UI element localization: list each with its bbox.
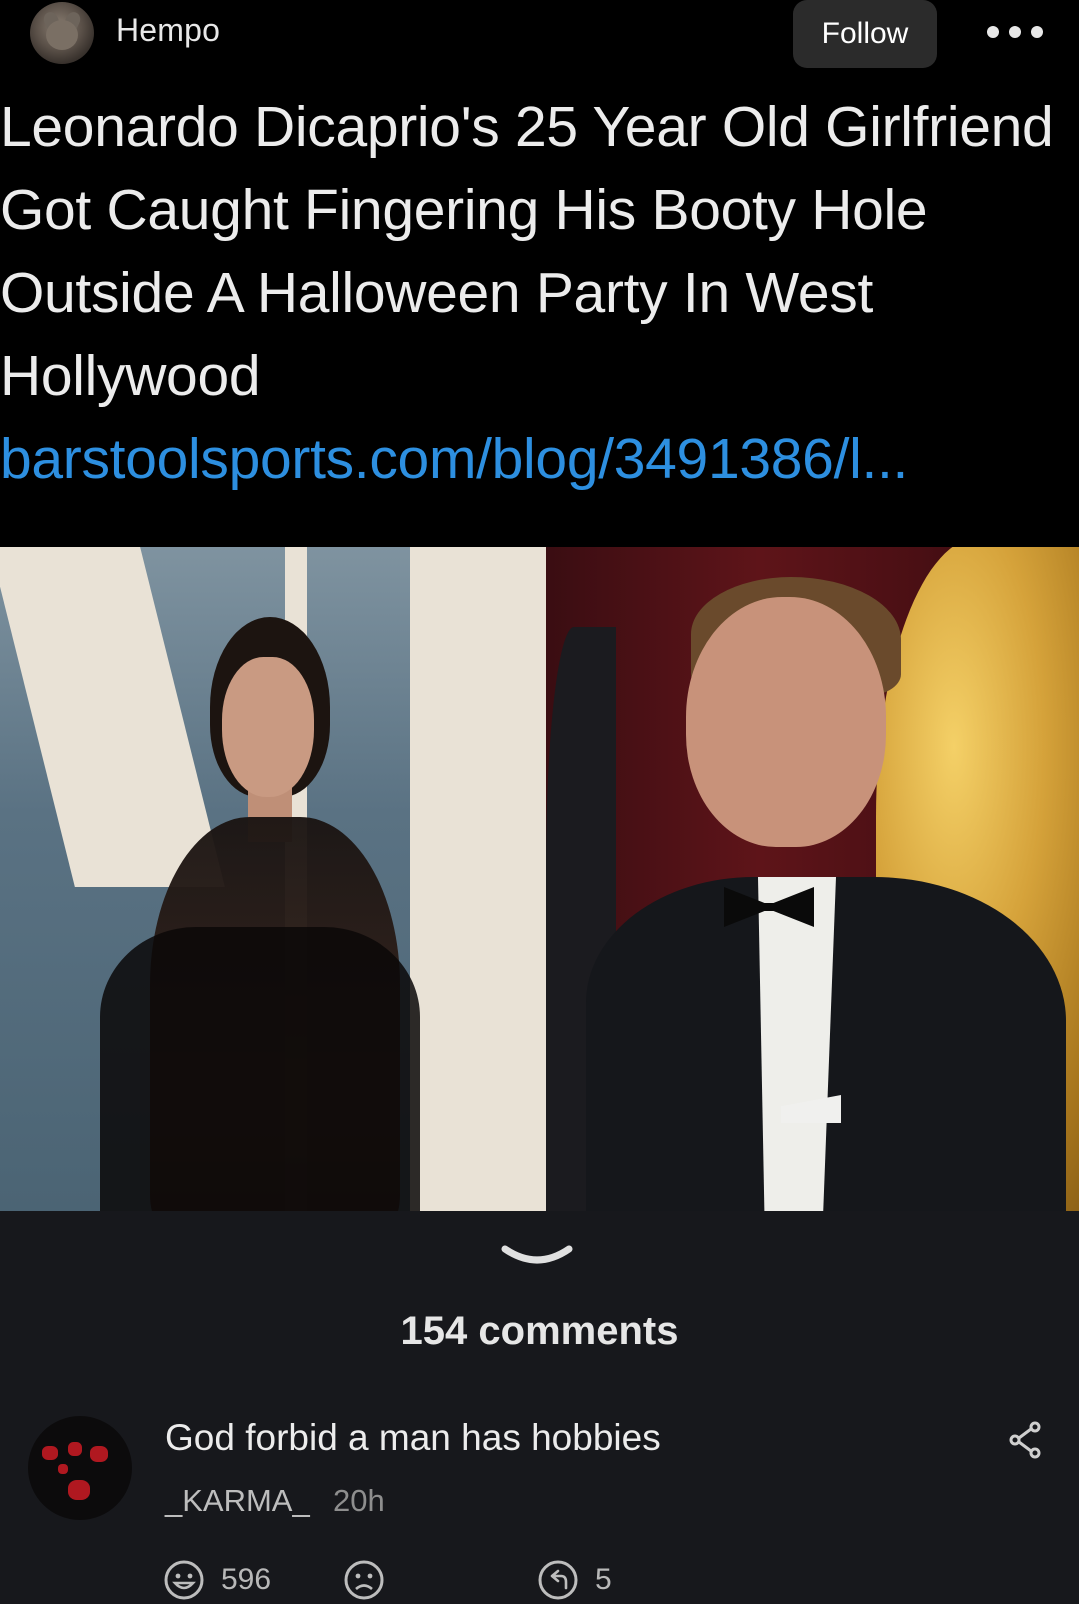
post-link[interactable]: barstoolsports.com/blog/3491386/l...: [0, 427, 908, 491]
comment-time: 20h: [333, 1483, 385, 1518]
dislike-button[interactable]: [343, 1559, 385, 1601]
post-image[interactable]: [0, 547, 1079, 1211]
smile-icon: [164, 1560, 204, 1600]
author-username[interactable]: Hempo: [116, 12, 220, 49]
frown-icon: [344, 1560, 384, 1600]
like-count: 596: [221, 1563, 272, 1596]
comments-count: 154 comments: [400, 1309, 679, 1353]
image-man: [546, 547, 1079, 1211]
share-icon[interactable]: [1007, 1420, 1043, 1460]
chevron-down-icon[interactable]: [497, 1241, 577, 1271]
comment-text: God forbid a man has hobbies: [165, 1417, 661, 1458]
post-header: Hempo Follow: [0, 0, 1079, 80]
follow-button[interactable]: Follow: [793, 0, 937, 68]
comments-section: 154 comments God forbid a man has hobbie…: [0, 1211, 1079, 1604]
post-title-text: Leonardo Dicaprio's 25 Year Old Girlfrie…: [0, 95, 1054, 408]
image-woman: [0, 547, 546, 1211]
reply-icon: [538, 1560, 578, 1600]
reply-button[interactable]: 5: [537, 1559, 612, 1601]
more-icon[interactable]: [987, 22, 1043, 42]
post-title: Leonardo Dicaprio's 25 Year Old Girlfrie…: [0, 86, 1079, 501]
commenter-avatar[interactable]: [28, 1416, 132, 1520]
author-avatar[interactable]: [30, 2, 94, 64]
comment-username[interactable]: _KARMA_: [165, 1483, 310, 1519]
reply-count: 5: [595, 1563, 612, 1596]
like-button[interactable]: 596: [163, 1559, 271, 1601]
